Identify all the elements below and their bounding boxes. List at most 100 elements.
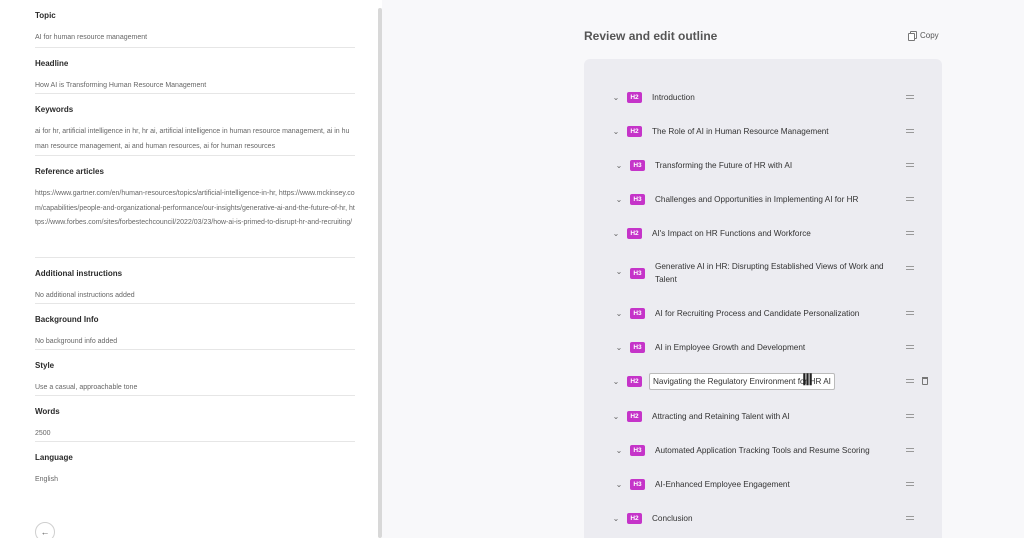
- text-cursor-icon: Ⅲ: [802, 370, 814, 389]
- outline-item[interactable]: ⌄ H2 The Role of AI in Human Resource Ma…: [584, 124, 942, 138]
- section-value: AI for human resource management: [35, 34, 148, 41]
- outline-item-text[interactable]: Challenges and Opportunities in Implemen…: [655, 193, 858, 206]
- arrow-left-icon: ←: [40, 527, 50, 537]
- heading-level-badge: H3: [630, 342, 645, 353]
- section-value: No additional instructions added: [35, 292, 135, 299]
- chevron-down-icon[interactable]: ⌄: [614, 161, 624, 170]
- page-title: Review and edit outline: [584, 29, 718, 43]
- chevron-down-icon[interactable]: ⌄: [611, 93, 621, 102]
- heading-level-badge: H2: [627, 126, 642, 137]
- drag-handle-icon[interactable]: [906, 129, 914, 133]
- input-summary-panel: Topic AI for human resource management H…: [0, 0, 378, 538]
- outline-item-text[interactable]: AI-Enhanced Employee Engagement: [655, 478, 790, 491]
- section-label: Additional instructions: [35, 269, 123, 278]
- outline-item[interactable]: ⌄ H3 AI for Recruiting Process and Candi…: [584, 306, 942, 320]
- section-value: English: [35, 476, 58, 483]
- outline-item-text[interactable]: Automated Application Tracking Tools and…: [655, 444, 870, 457]
- section-value: https://www.gartner.com/en/human-resourc…: [35, 190, 355, 226]
- drag-handle-icon[interactable]: [906, 448, 914, 452]
- chevron-down-icon[interactable]: ⌄: [611, 127, 621, 136]
- section-headline: Headline How AI is Transforming Human Re…: [35, 48, 355, 94]
- chevron-down-icon[interactable]: ⌄: [611, 412, 621, 421]
- outline-item[interactable]: ⌄ H3 Challenges and Opportunities in Imp…: [584, 192, 942, 206]
- outline-item[interactable]: ⌄ H3 AI in Employee Growth and Developme…: [584, 340, 942, 354]
- chevron-down-icon[interactable]: ⌄: [614, 267, 624, 276]
- outline-item[interactable]: ⌄ H3 AI-Enhanced Employee Engagement: [584, 477, 942, 491]
- section-reference-articles: Reference articles https://www.gartner.c…: [35, 156, 355, 258]
- chevron-down-icon[interactable]: ⌄: [614, 480, 624, 489]
- section-topic: Topic AI for human resource management: [35, 0, 355, 48]
- outline-item-text[interactable]: Transforming the Future of HR with AI: [655, 159, 792, 172]
- section-background-info: Background Info No background info added: [35, 304, 355, 350]
- section-label: Topic: [35, 11, 56, 20]
- section-label: Reference articles: [35, 167, 104, 176]
- outline-item[interactable]: ⌄ H3 Transforming the Future of HR with …: [584, 158, 942, 172]
- section-value: 2500: [35, 430, 51, 437]
- chevron-down-icon[interactable]: ⌄: [611, 377, 621, 386]
- section-keywords: Keywords ai for hr, artificial intellige…: [35, 94, 355, 156]
- section-language: Language English: [35, 442, 355, 488]
- copy-icon: [908, 31, 917, 41]
- heading-level-badge: H3: [630, 479, 645, 490]
- outline-item[interactable]: ⌄ H3 Generative AI in HR: Disrupting Est…: [584, 259, 942, 287]
- section-label: Words: [35, 407, 60, 416]
- chevron-down-icon[interactable]: ⌄: [614, 343, 624, 352]
- section-value: How AI is Transforming Human Resource Ma…: [35, 82, 207, 89]
- outline-item[interactable]: ⌄ H3 Automated Application Tracking Tool…: [584, 443, 942, 457]
- drag-handle-icon[interactable]: [906, 197, 914, 201]
- chevron-down-icon[interactable]: ⌄: [611, 514, 621, 523]
- input-summary-list: Topic AI for human resource management H…: [35, 0, 355, 488]
- drag-handle-icon[interactable]: [906, 414, 914, 418]
- copy-button[interactable]: Copy: [908, 31, 939, 41]
- drag-handle-icon[interactable]: [906, 345, 914, 349]
- outline-item[interactable]: ⌄ H2 Navigating the Regulatory Environme…: [584, 373, 942, 390]
- heading-level-badge: H2: [627, 376, 642, 387]
- section-label: Headline: [35, 59, 69, 68]
- section-label: Style: [35, 361, 55, 370]
- outline-item-text[interactable]: AI in Employee Growth and Development: [655, 341, 805, 354]
- outline-item-text[interactable]: Attracting and Retaining Talent with AI: [652, 410, 790, 423]
- heading-level-badge: H3: [630, 308, 645, 319]
- drag-handle-icon[interactable]: [906, 266, 914, 270]
- heading-level-badge: H3: [630, 445, 645, 456]
- outline-item-text[interactable]: The Role of AI in Human Resource Managem…: [652, 125, 829, 138]
- heading-level-badge: H2: [627, 228, 642, 239]
- outline-item-text[interactable]: AI's Impact on HR Functions and Workforc…: [652, 227, 811, 240]
- section-label: Keywords: [35, 105, 74, 114]
- section-style: Style Use a casual, approachable tone: [35, 350, 355, 396]
- heading-level-badge: H3: [630, 160, 645, 171]
- chevron-down-icon[interactable]: ⌄: [611, 229, 621, 238]
- outline-item[interactable]: ⌄ H2 AI's Impact on HR Functions and Wor…: [584, 226, 942, 240]
- section-label: Language: [35, 453, 73, 462]
- outline-item-text[interactable]: Generative AI in HR: Disrupting Establis…: [655, 260, 895, 286]
- outline-item[interactable]: ⌄ H2 Attracting and Retaining Talent wit…: [584, 409, 942, 423]
- heading-level-badge: H3: [630, 268, 645, 279]
- outline-item-text[interactable]: Conclusion: [652, 512, 693, 525]
- section-value: No background info added: [35, 338, 118, 345]
- section-words: Words 2500: [35, 396, 355, 442]
- heading-level-badge: H2: [627, 513, 642, 524]
- copy-label: Copy: [920, 31, 939, 40]
- heading-level-badge: H2: [627, 92, 642, 103]
- drag-handle-icon[interactable]: [906, 311, 914, 315]
- section-value: ai for hr, artificial intelligence in hr…: [35, 128, 350, 150]
- section-value: Use a casual, approachable tone: [35, 384, 138, 391]
- chevron-down-icon[interactable]: ⌄: [614, 446, 624, 455]
- chevron-down-icon[interactable]: ⌄: [614, 309, 624, 318]
- trash-icon[interactable]: [922, 377, 928, 385]
- outline-panel: Review and edit outline Copy ⌄ H2 Introd…: [382, 0, 1024, 538]
- drag-handle-icon[interactable]: [906, 516, 914, 520]
- outline-item-text[interactable]: Introduction: [652, 91, 695, 104]
- outline-item[interactable]: ⌄ H2 Conclusion: [584, 511, 942, 525]
- drag-handle-icon[interactable]: [906, 482, 914, 486]
- back-button[interactable]: ←: [35, 522, 55, 538]
- drag-handle-icon[interactable]: [906, 231, 914, 235]
- drag-handle-icon[interactable]: [906, 95, 914, 99]
- outline-item-text[interactable]: AI for Recruiting Process and Candidate …: [655, 307, 859, 320]
- section-label: Background Info: [35, 315, 99, 324]
- drag-handle-icon[interactable]: [906, 163, 914, 167]
- heading-level-badge: H3: [630, 194, 645, 205]
- outline-item[interactable]: ⌄ H2 Introduction: [584, 90, 942, 104]
- chevron-down-icon[interactable]: ⌄: [614, 195, 624, 204]
- drag-handle-icon[interactable]: [906, 379, 914, 383]
